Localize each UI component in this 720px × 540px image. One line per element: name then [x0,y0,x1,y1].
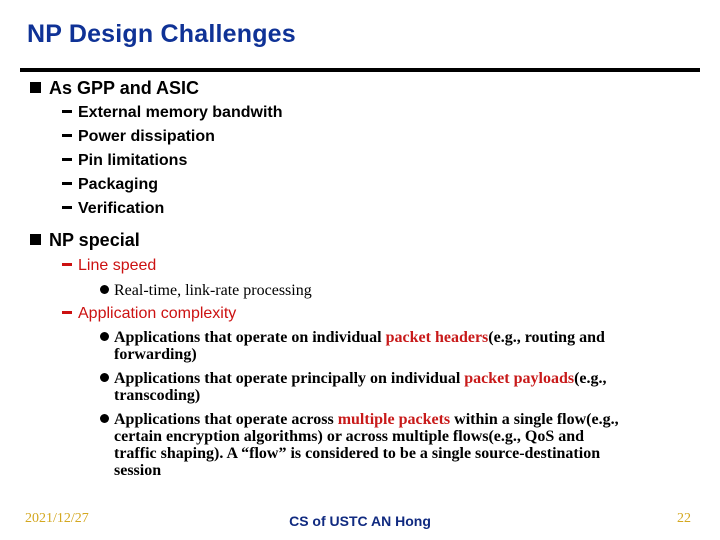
sub-item-text: forwarding) [114,346,197,363]
dash-bullet-icon [62,158,72,161]
sub-item: Applications that operate across multipl… [100,411,619,479]
dot-bullet-icon [100,373,109,382]
dash-bullet-icon [62,182,72,185]
sub-item-text: certain encryption algorithms) or across… [114,428,585,445]
highlight-text: packet headers [385,329,489,346]
dash-bullet-icon [62,110,72,113]
list-item-text: Line speed [78,257,157,274]
list-item-text: Power dissipation [78,128,215,145]
dash-bullet-icon [62,263,72,266]
title-divider [20,68,700,72]
list-item: Verification [62,200,164,218]
sub-item-text: transcoding) [114,387,201,404]
list-item-line-speed: Line speed [62,257,156,275]
section-heading-text: NP special [49,230,140,250]
section-heading-gpp-asic: As GPP and ASIC [30,78,199,99]
sub-item: Real-time, link-rate processing [100,282,312,299]
square-bullet-icon [30,234,41,245]
section-heading-text: As GPP and ASIC [49,78,200,98]
sub-item-text: (e.g., [574,370,607,387]
list-item-text: Verification [78,200,165,217]
slide-title: NP Design Challenges [27,20,296,48]
dash-bullet-icon [62,311,72,314]
sub-item-text: Applications that operate principally on… [114,370,465,387]
list-item: External memory bandwith [62,104,283,122]
section-heading-np-special: NP special [30,230,140,251]
list-item-text: External memory bandwith [78,104,283,121]
highlight-text: packet payloads [464,370,575,387]
dash-bullet-icon [62,206,72,209]
dot-bullet-icon [100,285,109,294]
dot-bullet-icon [100,332,109,341]
sub-item-text: Real-time, link-rate processing [114,282,312,299]
sub-item-text: (e.g., routing and [488,329,605,346]
list-item-text: Pin limitations [78,152,188,169]
sub-item-text: Applications that operate across [114,411,338,428]
sub-item: Applications that operate principally on… [100,370,607,404]
footer-page-number: 22 [677,511,691,526]
list-item: Pin limitations [62,152,187,170]
sub-item-text: session [114,462,162,479]
sub-item-text: within a single flow(e.g., [450,411,619,428]
square-bullet-icon [30,82,41,93]
sub-item: Applications that operate on individual … [100,329,605,363]
list-item-application-complexity: Application complexity [62,305,236,323]
list-item: Packaging [62,176,158,194]
dot-bullet-icon [100,414,109,423]
list-item: Power dissipation [62,128,215,146]
highlight-text: multiple packets [337,411,451,428]
sub-item-text: traffic shaping). A “flow” is considered… [114,445,601,462]
sub-item-text: Applications that operate on individual [114,329,386,346]
dash-bullet-icon [62,134,72,137]
list-item-text: Packaging [78,176,159,193]
footer-author: CS of USTC AN Hong [289,513,431,529]
list-item-text: Application complexity [78,305,237,322]
